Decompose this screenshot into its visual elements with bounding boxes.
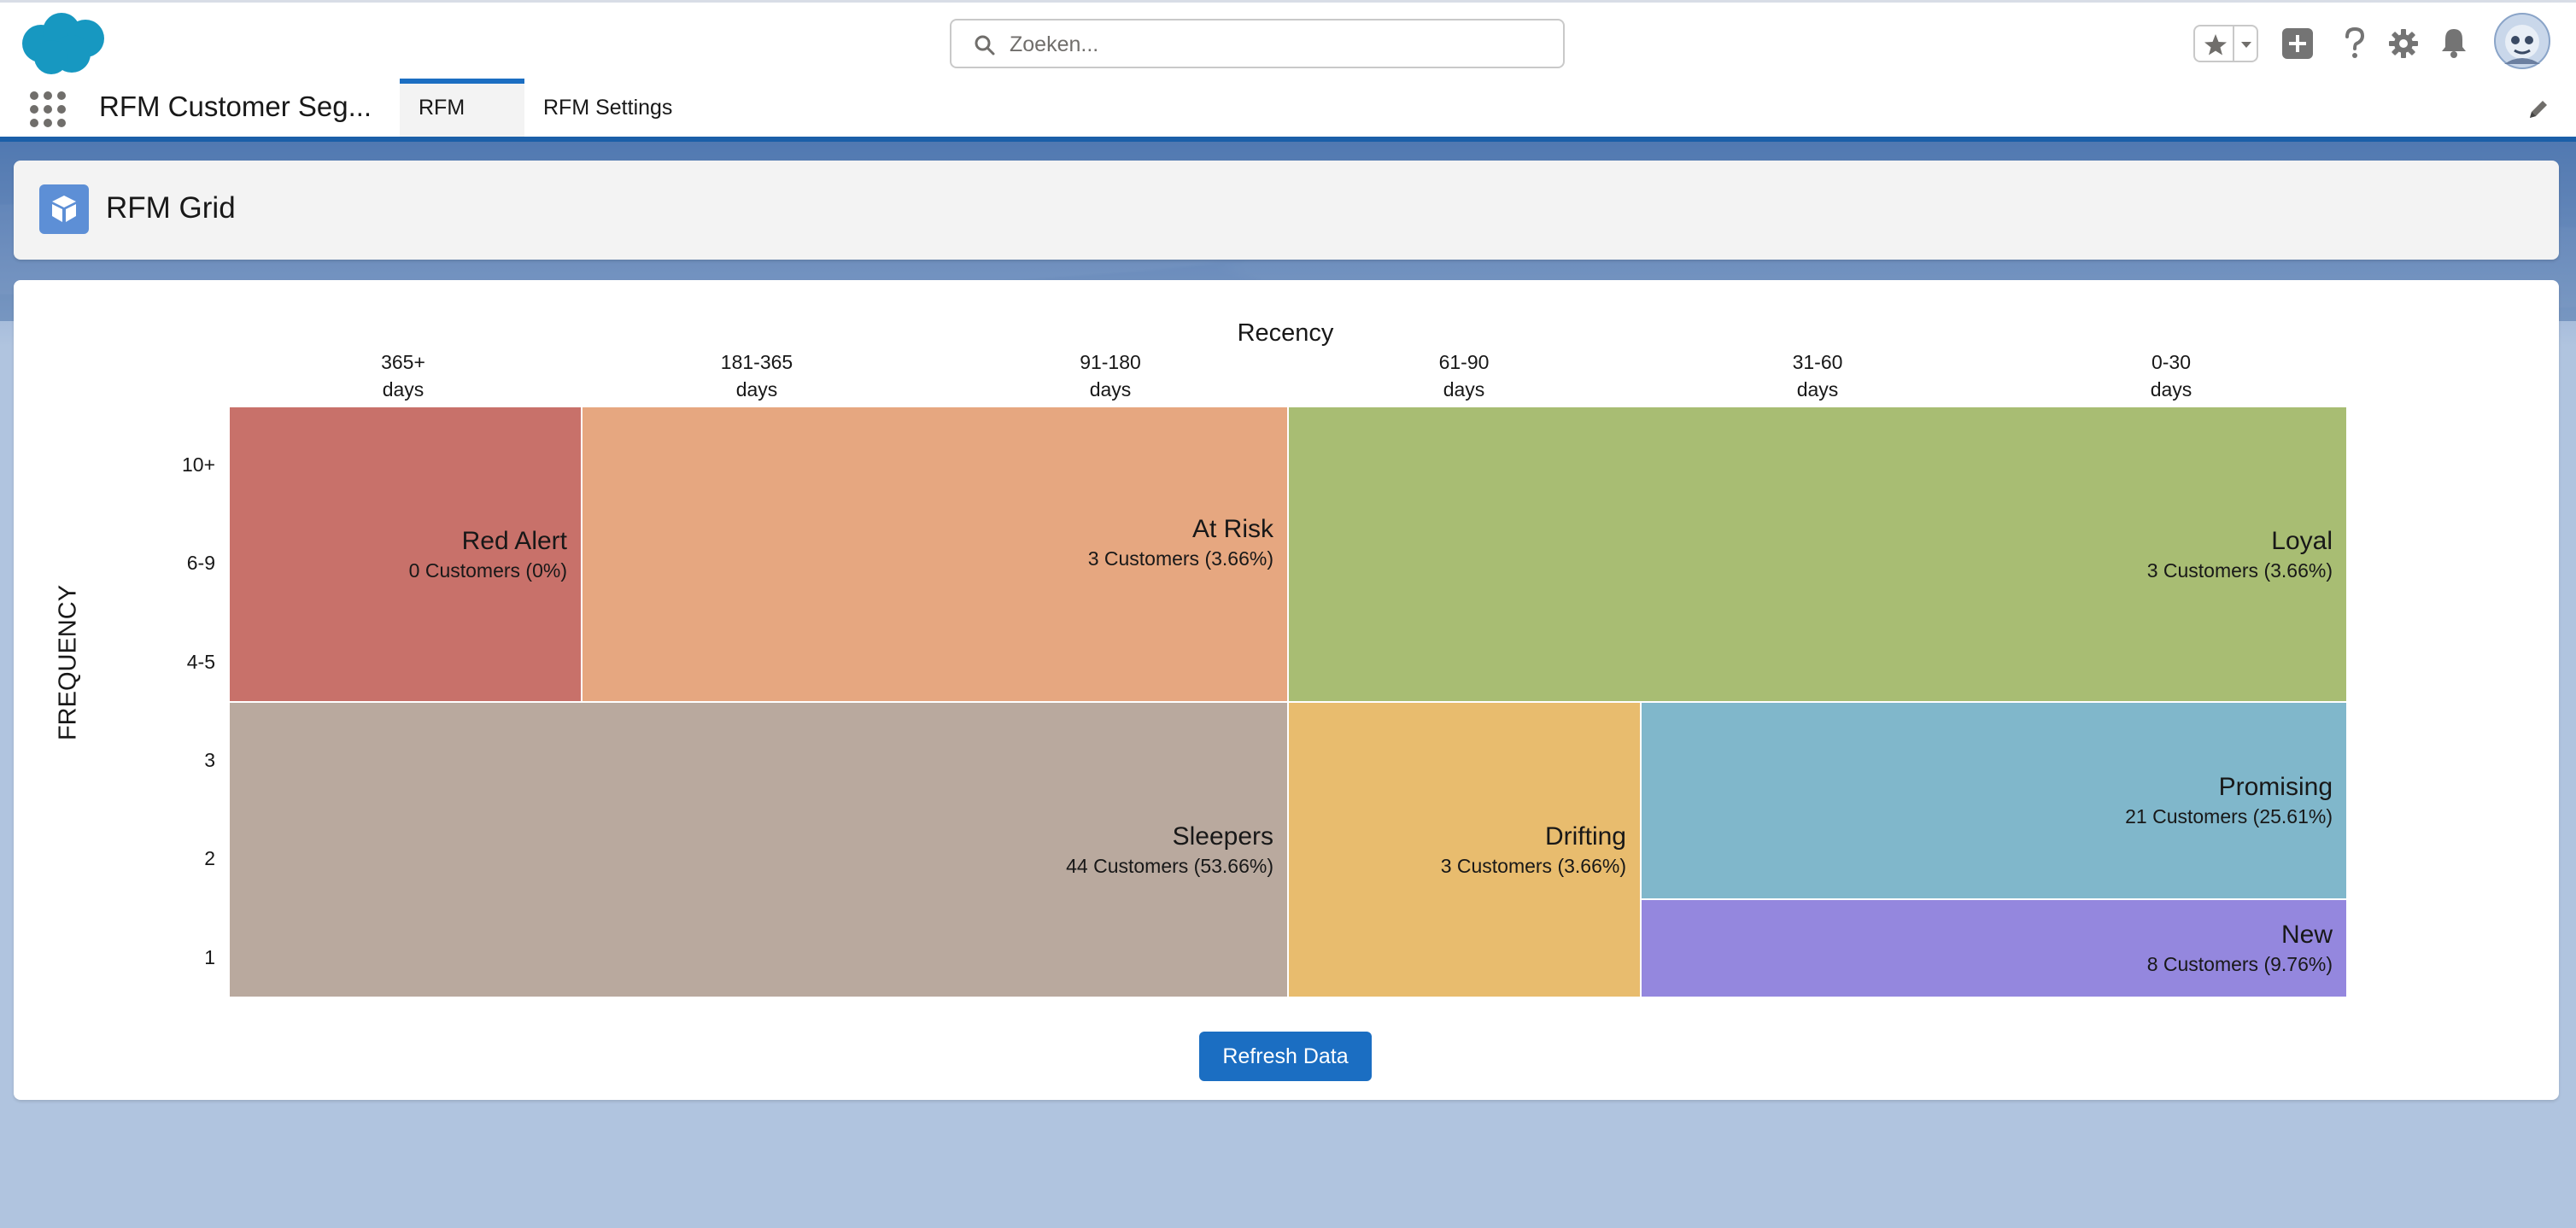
column-unit: days <box>1089 378 1132 401</box>
column-range: 0-30 <box>2151 351 2192 373</box>
segment-red-alert[interactable]: Red Alert 0 Customers (0%) <box>229 406 582 702</box>
segment-drifting[interactable]: Drifting 3 Customers (3.66%) <box>1288 702 1641 997</box>
segment-name: Loyal <box>2271 527 2333 555</box>
row-label: 1 <box>204 946 215 968</box>
app-name: RFM Customer Seg... <box>99 91 372 122</box>
page-header: RFM Grid <box>14 161 2559 260</box>
segment-name: At Risk <box>1191 515 1273 543</box>
segment-count: 0 Customers (0%) <box>408 559 567 582</box>
column-unit: days <box>1796 378 1839 401</box>
column-label: 181-365 days <box>580 348 934 403</box>
column-label: 91-180 days <box>934 348 1287 403</box>
segment-count: 8 Customers (9.76%) <box>2146 953 2333 975</box>
segment-at-risk[interactable]: At Risk 3 Customers (3.66%) <box>582 406 1288 702</box>
cube-icon <box>39 184 89 234</box>
chevron-down-icon[interactable] <box>2236 28 2257 61</box>
tab-rfm-settings[interactable]: RFM Settings <box>524 79 691 137</box>
segment-promising[interactable]: Promising 21 Customers (25.61%) <box>1641 702 2347 899</box>
plus-icon[interactable] <box>2282 28 2313 59</box>
segment-count: 3 Customers (3.66%) <box>1087 547 1273 570</box>
segment-name: Sleepers <box>1172 822 1273 851</box>
column-unit: days <box>735 378 778 401</box>
bell-icon[interactable] <box>2439 26 2468 59</box>
refresh-data-button[interactable]: Refresh Data <box>1199 1032 1372 1081</box>
column-label: 61-90 days <box>1287 348 1641 403</box>
search-icon <box>975 35 995 56</box>
column-range: 61-90 <box>1438 351 1490 373</box>
y-axis-title: FREQUENCY <box>54 584 82 741</box>
column-label: 365+ days <box>226 348 580 403</box>
favorites-divider <box>2233 26 2234 61</box>
avatar[interactable] <box>2494 13 2550 69</box>
favorites-button-group <box>2193 25 2258 62</box>
row-label: 10+ <box>181 453 215 476</box>
page-title: RFM Grid <box>106 191 236 225</box>
segment-count: 3 Customers (3.66%) <box>1440 855 1626 877</box>
segment-name: Red Alert <box>461 527 567 555</box>
segment-name: Promising <box>2218 773 2333 801</box>
global-search[interactable] <box>950 19 1565 68</box>
segment-name: New <box>2280 921 2333 949</box>
column-unit: days <box>1443 378 1485 401</box>
column-range: 91-180 <box>1080 351 1141 373</box>
segment-count: 21 Customers (25.61%) <box>2125 805 2333 827</box>
segment-count: 3 Customers (3.66%) <box>2146 559 2333 582</box>
segment-new[interactable]: New 8 Customers (9.76%) <box>1641 899 2347 997</box>
row-label: 3 <box>204 749 215 771</box>
question-icon[interactable] <box>2342 26 2368 61</box>
column-label: 31-60 days <box>1641 348 1994 403</box>
cloud-logo[interactable] <box>17 8 111 76</box>
row-label: 2 <box>204 847 215 869</box>
star-icon[interactable] <box>2198 28 2233 61</box>
row-label: 6-9 <box>186 552 215 574</box>
column-label: 0-30 days <box>1994 348 2348 403</box>
segment-name: Drifting <box>1544 822 1626 851</box>
row-label: 4-5 <box>186 651 215 673</box>
tab-rfm-grid[interactable]: RFM Grid <box>400 79 524 167</box>
column-range: 181-365 <box>720 351 793 373</box>
column-range: 365+ <box>381 351 425 373</box>
column-unit: days <box>2150 378 2193 401</box>
segment-sleepers[interactable]: Sleepers 44 Customers (53.66%) <box>229 702 1288 997</box>
column-range: 31-60 <box>1792 351 1843 373</box>
pencil-icon[interactable] <box>2526 97 2550 121</box>
segment-loyal[interactable]: Loyal 3 Customers (3.66%) <box>1288 406 2347 702</box>
column-unit: days <box>382 378 424 401</box>
x-axis-title: Recency <box>1237 319 1334 347</box>
global-header <box>0 0 2576 79</box>
app-nav-bar: RFM Customer Seg... RFM Grid RFM Setting… <box>0 79 2576 167</box>
segment-count: 44 Customers (53.66%) <box>1066 855 1273 877</box>
app-launcher-icon[interactable] <box>29 91 67 128</box>
search-input[interactable] <box>1008 27 1541 61</box>
gear-icon[interactable] <box>2388 28 2419 59</box>
